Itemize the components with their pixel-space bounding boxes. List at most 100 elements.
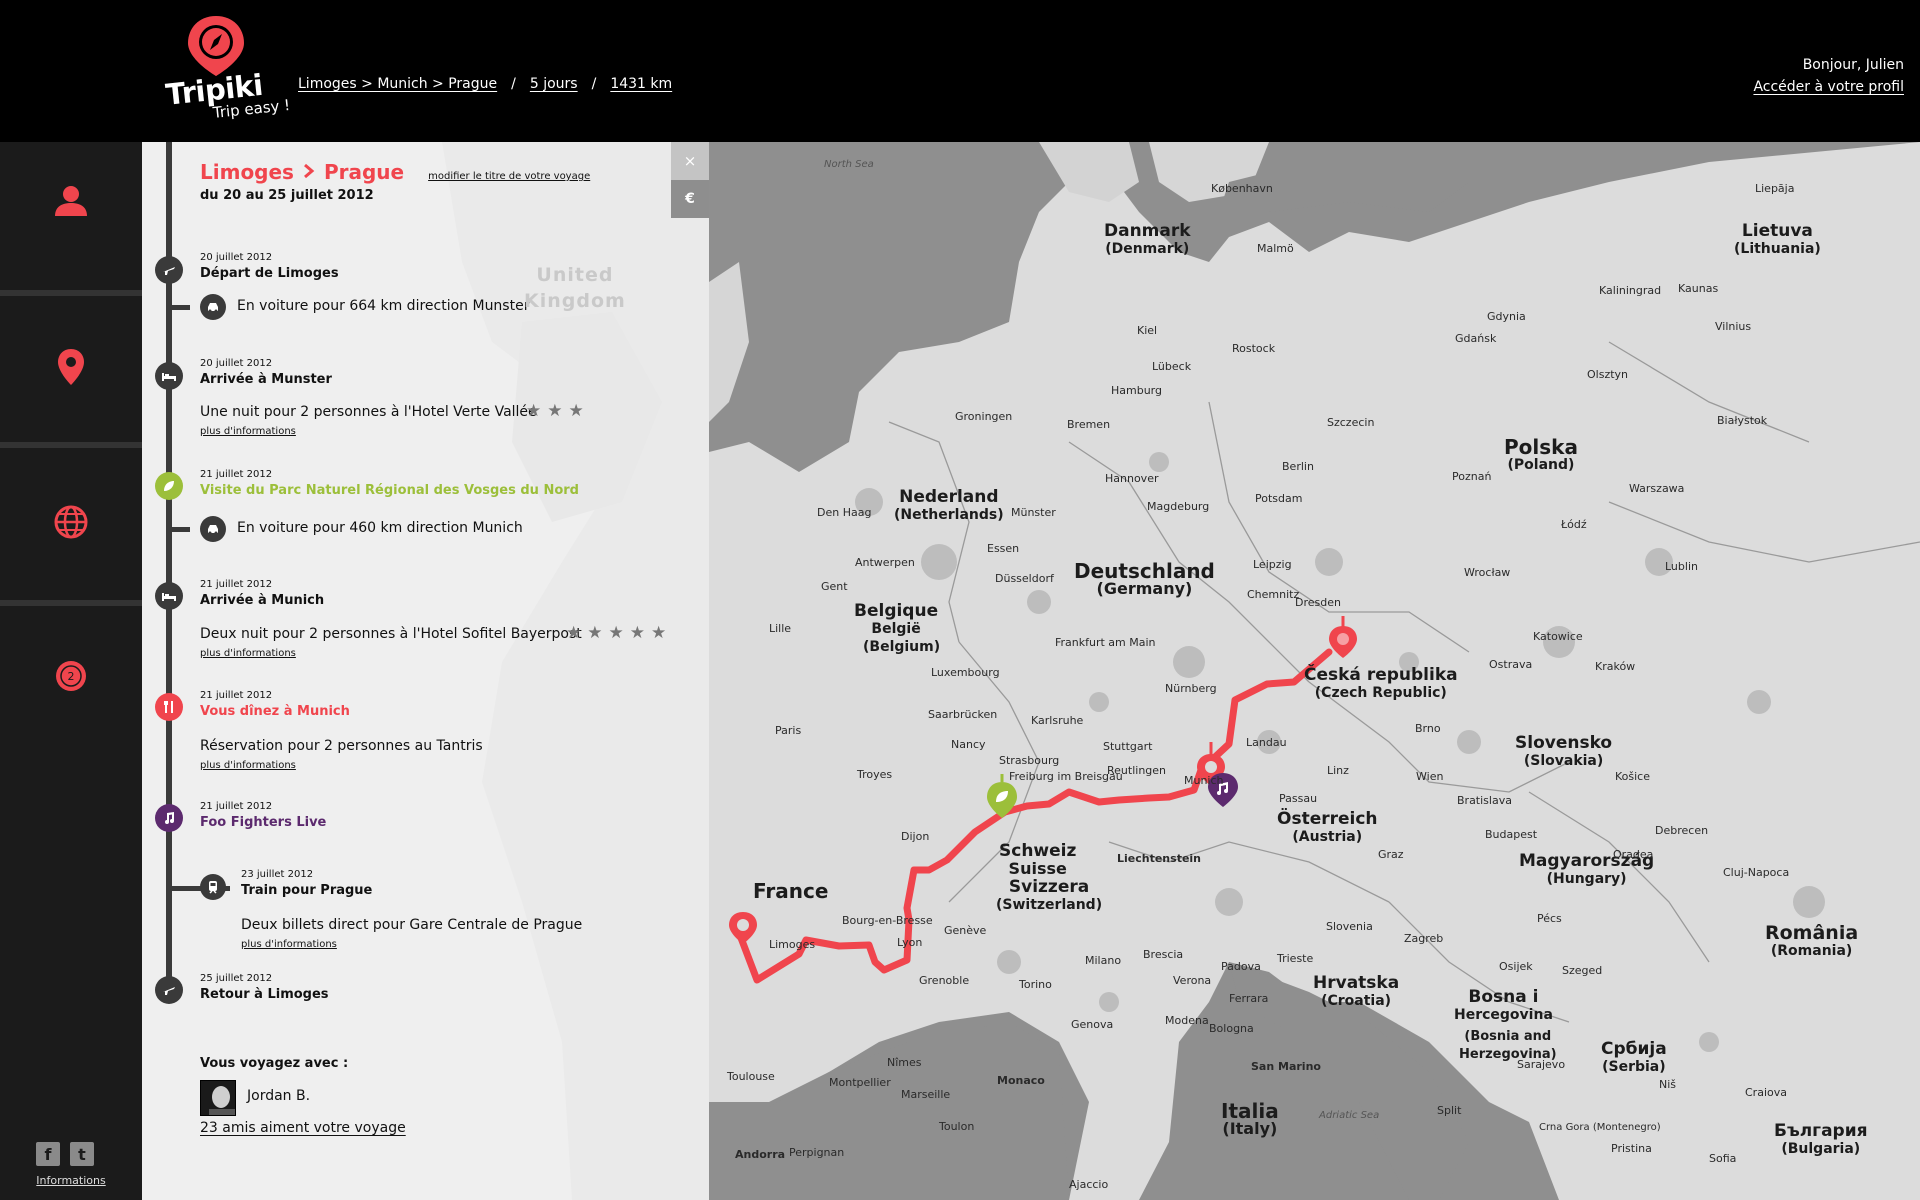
map-city-label: Košice <box>1615 770 1650 783</box>
map-city-label: Lublin <box>1665 560 1698 573</box>
map-city-label: Passau <box>1279 792 1318 805</box>
map-city-label: Debrecen <box>1655 824 1709 837</box>
map-country-label: Schweiz Suisse <box>999 841 1077 878</box>
event-description: En voiture pour 460 km direction Munich <box>237 520 523 536</box>
map-country-label: Svizzera (Switzerland) <box>996 877 1103 913</box>
timeline-subdot <box>200 516 226 542</box>
twitter-icon[interactable]: t <box>70 1142 94 1166</box>
timeline-dot <box>155 976 183 1004</box>
map-city-label: Lyon <box>897 936 923 949</box>
more-info-link[interactable]: plus d'informations <box>200 426 296 437</box>
map-city-label: Graz <box>1378 848 1404 861</box>
map-city-label: Kaunas <box>1678 282 1719 295</box>
map-country-label: Nederland (Netherlands) <box>894 487 1004 523</box>
map-city-label: Luxembourg <box>931 666 1000 679</box>
plane-icon <box>163 267 175 275</box>
social-links: f t <box>36 1142 94 1166</box>
plane-icon <box>163 987 175 995</box>
event-date: 23 juillet 2012 <box>241 869 314 880</box>
car-icon <box>208 525 218 535</box>
distance-link[interactable]: 1431 km <box>610 76 672 92</box>
map-country-label: Polska (Poland) <box>1504 435 1578 473</box>
map-city-label: Nîmes <box>887 1056 922 1069</box>
event-title[interactable]: Train pour Prague <box>241 883 372 898</box>
trip-map[interactable]: Danmark (Denmark) Lietuva (Lithuania) Pols… <box>709 142 1920 1200</box>
nav-notifications[interactable]: 2 <box>0 652 142 700</box>
event-date: 20 juillet 2012 <box>200 252 273 263</box>
likes-link[interactable]: 23 amis aiment votre voyage <box>200 1120 406 1136</box>
edit-title-link[interactable]: modifier le titre de votre voyage <box>428 171 590 182</box>
map-city-label: Hannover <box>1105 472 1159 485</box>
map-city-label: Craiova <box>1745 1086 1787 1099</box>
event-title[interactable]: Visite du Parc Naturel Régional des Vosg… <box>200 483 579 498</box>
map-city-label: Reutlingen <box>1107 764 1167 777</box>
more-info-link[interactable]: plus d'informations <box>200 760 296 771</box>
map-city-label: Gdańsk <box>1455 332 1497 345</box>
trip-destination: Prague <box>323 160 405 184</box>
map-city-label: Liechtenstein <box>1117 852 1202 865</box>
car-icon <box>208 303 218 313</box>
map-city-label: Osijek <box>1499 960 1533 973</box>
map-city-label: Limoges <box>769 938 816 951</box>
map-city-label: Gdynia <box>1487 310 1526 323</box>
nav-profile[interactable] <box>0 174 142 228</box>
map-city-label: København <box>1211 182 1273 195</box>
map-city-label: Łódź <box>1561 518 1587 531</box>
greeting: Bonjour, Julien <box>1802 57 1904 73</box>
map-city-label: Magdeburg <box>1147 500 1210 513</box>
route-link[interactable]: Limoges > Munich > Prague <box>298 76 497 92</box>
facebook-icon[interactable]: f <box>36 1142 60 1166</box>
budget-button[interactable]: € <box>671 180 709 218</box>
map-city-label: Trieste <box>1277 952 1314 965</box>
event-title[interactable]: Arrivée à Munster <box>200 372 332 387</box>
map-city-label: Sofia <box>1709 1152 1737 1165</box>
map-city-label: Frankfurt am Main <box>1055 636 1156 649</box>
map-city-label: Dijon <box>901 830 930 843</box>
map-city-label: Bratislava <box>1457 794 1512 807</box>
event-description: En voiture pour 664 km direction Munster <box>237 298 530 314</box>
left-nav: 2 f t Informations <box>0 142 142 1200</box>
companion-name[interactable]: Jordan B. <box>247 1088 310 1104</box>
avatar[interactable] <box>200 1080 236 1116</box>
map-city-label: Rostock <box>1232 342 1276 355</box>
map-city-label: Bremen <box>1067 418 1111 431</box>
map-city-label: Padova <box>1221 960 1261 973</box>
duration-link[interactable]: 5 jours <box>530 76 578 92</box>
informations-link[interactable]: Informations <box>0 1174 142 1187</box>
map-city-label: Split <box>1437 1104 1462 1117</box>
star-icon: ★ <box>608 623 624 643</box>
map-city-label: Groningen <box>955 410 1013 423</box>
map-country-label: България (Bulgaria) <box>1774 1121 1868 1157</box>
globe-icon <box>54 505 88 539</box>
map-city-label: Verona <box>1173 974 1212 987</box>
event-title[interactable]: Foo Fighters Live <box>200 815 326 830</box>
more-info-link[interactable]: plus d'informations <box>200 648 296 659</box>
event-title[interactable]: Arrivée à Munich <box>200 593 324 608</box>
event-title[interactable]: Départ de Limoges <box>200 266 339 281</box>
event-title[interactable]: Retour à Limoges <box>200 987 329 1002</box>
star-icon: ★ <box>629 623 645 643</box>
star-icon: ★ <box>547 401 563 421</box>
map-city-label: Montpellier <box>829 1076 891 1089</box>
map-city-label: Hamburg <box>1111 384 1162 397</box>
map-country-label: Lietuva (Lithuania) <box>1734 221 1821 257</box>
map-city-label: Sarajevo <box>1517 1058 1566 1071</box>
map-city-label: Toulouse <box>727 1070 775 1083</box>
more-info-link[interactable]: plus d'informations <box>241 939 337 950</box>
event-description: Deux billets direct pour Gare Centrale d… <box>241 917 583 933</box>
nav-places[interactable] <box>0 342 142 392</box>
map-city-label: Slovenia <box>1326 920 1373 933</box>
close-panel-button[interactable]: × <box>671 142 709 180</box>
profile-link[interactable]: Accéder à votre profil <box>1753 76 1904 98</box>
event-title[interactable]: Vous dînez à Munich <box>200 704 350 719</box>
leaf-icon <box>164 481 174 491</box>
nav-world[interactable] <box>0 498 142 546</box>
train-icon <box>209 881 217 894</box>
map-city-label: Monaco <box>997 1074 1045 1087</box>
map-country-label: România (Romania) <box>1765 922 1859 960</box>
map-country-label: Bosna i Hercegovina <box>1454 987 1553 1023</box>
tripiki-logo[interactable]: Tripiki Trip easy ! <box>162 14 291 126</box>
map-city-label: Toulon <box>939 1120 975 1133</box>
map-city-label: Pécs <box>1537 912 1562 925</box>
map-city-label: Nancy <box>951 738 986 751</box>
